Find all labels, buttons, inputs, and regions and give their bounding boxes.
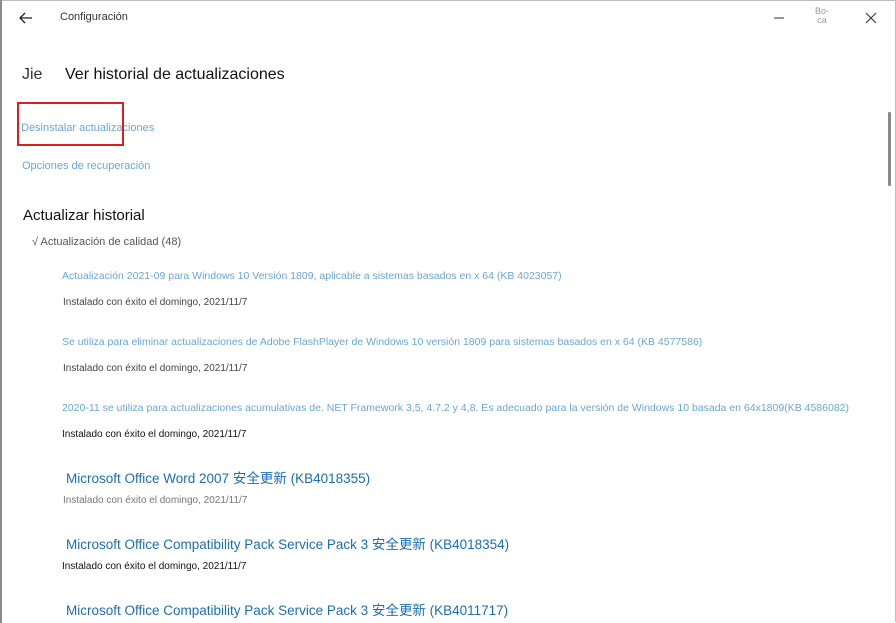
back-arrow-icon (19, 12, 32, 24)
update-item-status: Instalado con éxito el domingo, 2021/11/… (63, 495, 248, 506)
page-prefix: Jie (22, 66, 43, 83)
recovery-options-link[interactable]: Opciones de recuperación (22, 160, 150, 172)
maximize-label: Bo-ca (814, 6, 829, 25)
close-button[interactable] (862, 9, 880, 27)
update-item-link[interactable]: Actualización 2021-09 para Windows 10 Ve… (62, 270, 562, 282)
quality-updates-group-toggle[interactable]: √ Actualización de calidad (48) (32, 236, 181, 248)
maximize-button[interactable]: Bo-ca (812, 7, 832, 25)
window-edge (0, 0, 2, 623)
update-item-link[interactable]: Microsoft Office Word 2007 安全更新 (KB40183… (66, 467, 370, 487)
update-item-link[interactable]: Microsoft Office Compatibility Pack Serv… (66, 599, 508, 619)
update-item-link[interactable]: 2020-11 se utiliza para actualizaciones … (62, 402, 849, 414)
highlight-box (17, 102, 124, 146)
minimize-icon (774, 17, 784, 19)
update-item-status: Instalado con éxito el domingo, 2021/11/… (63, 297, 248, 308)
settings-window (0, 0, 896, 622)
update-item-link[interactable]: Se utiliza para eliminar actualizaciones… (62, 336, 702, 348)
update-item-status: Instalado con éxito el domingo, 2021/11/… (63, 363, 248, 374)
minimize-button[interactable] (772, 8, 786, 26)
update-history-heading: Actualizar historial (23, 207, 145, 224)
title-bar: Configuración Bo-ca (0, 0, 896, 36)
vertical-scrollbar-thumb[interactable] (888, 112, 891, 186)
back-button[interactable] (14, 6, 38, 30)
update-item-status: Instalado con éxito el domingo, 2021/11/… (62, 561, 247, 572)
close-icon (865, 12, 877, 24)
window-title: Configuración (60, 11, 128, 23)
update-item-link[interactable]: Microsoft Office Compatibility Pack Serv… (66, 533, 509, 553)
page-title: Ver historial de actualizaciones (65, 66, 285, 83)
update-item-status: Instalado con éxito el domingo, 2021/11/… (62, 429, 247, 440)
